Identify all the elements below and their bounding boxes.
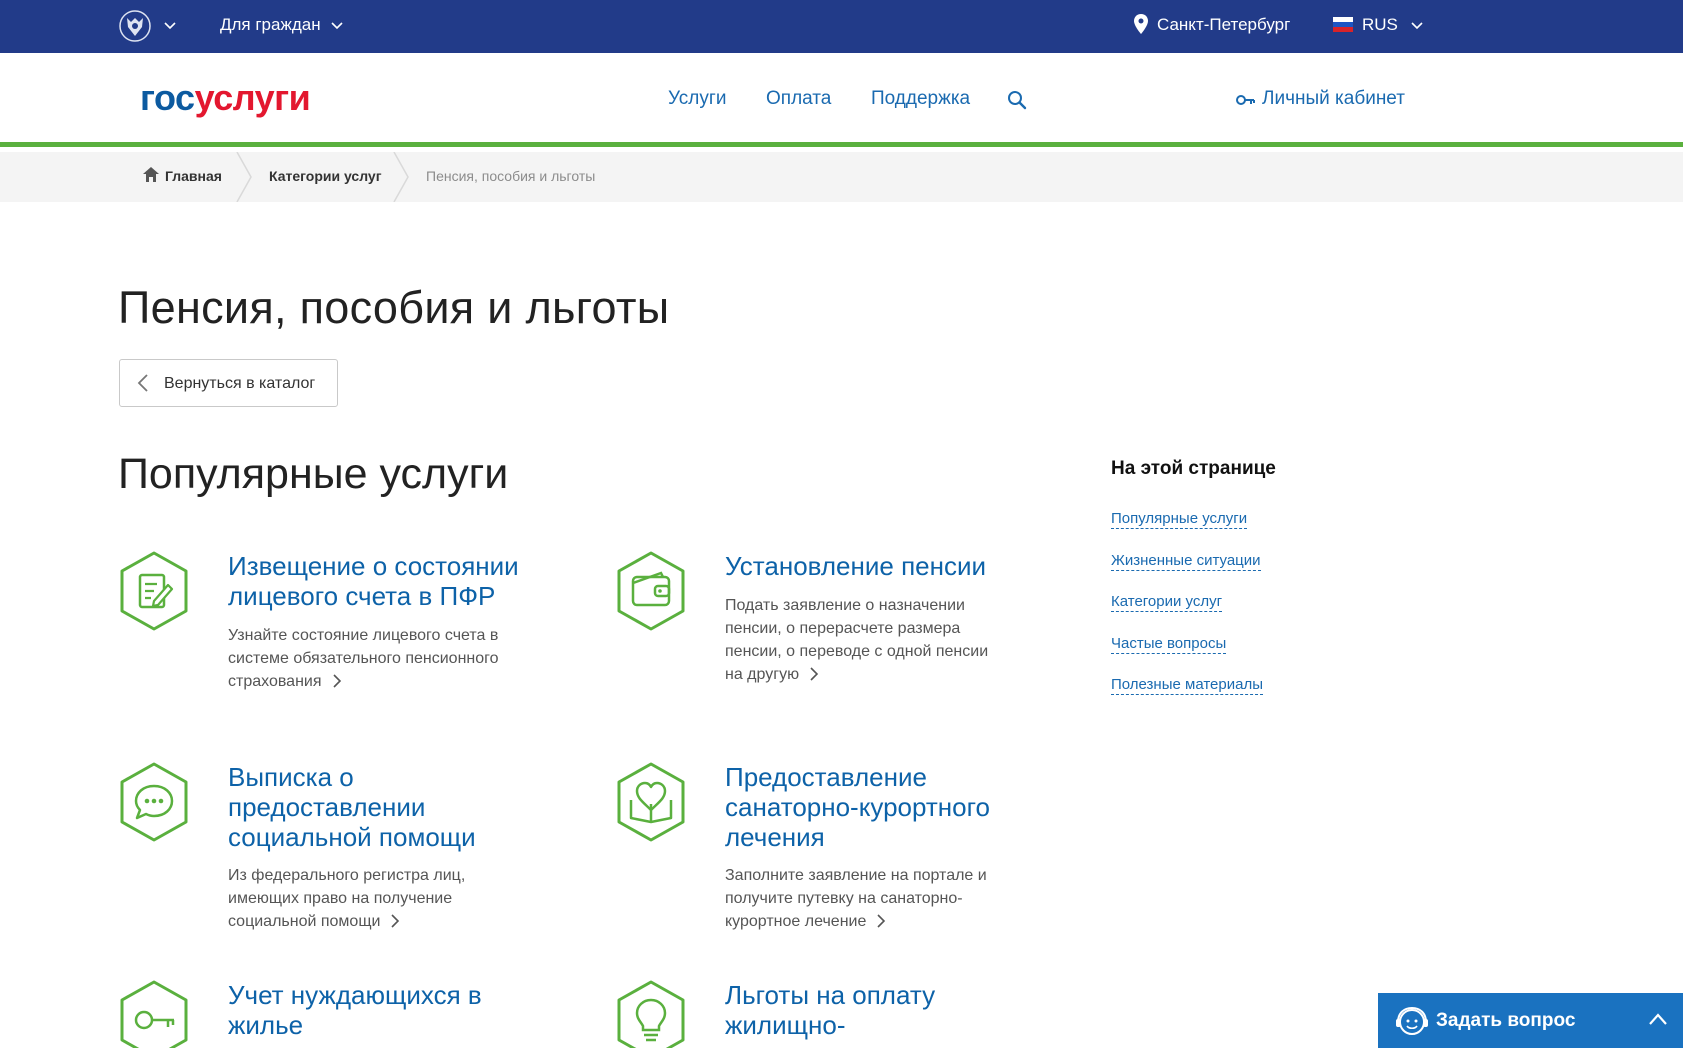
chevron-down-icon[interactable] (164, 22, 176, 30)
service-title[interactable]: Льготы на оплату жилищно- (725, 980, 985, 1040)
support-headset-icon (1396, 1006, 1428, 1035)
service-card: Предоставление санаторно-курортного лече… (615, 762, 1085, 942)
chevron-down-icon[interactable] (1411, 22, 1423, 30)
service-description[interactable]: Узнайте состояние лицевого счета в систе… (228, 624, 528, 693)
audience-selector[interactable]: Для граждан (220, 15, 321, 35)
breadcrumb-separator (236, 152, 252, 202)
chevron-right-icon (391, 914, 400, 928)
on-page-link-materials[interactable]: Полезные материалы (1111, 676, 1263, 695)
nav-support[interactable]: Поддержка (871, 88, 970, 110)
home-icon[interactable] (143, 167, 159, 182)
service-description-text: Узнайте состояние лицевого счета в систе… (228, 627, 499, 690)
breadcrumb: Главная Категории услуг Пенсия, пособия … (0, 152, 1683, 202)
city-selector[interactable]: Санкт-Петербург (1157, 15, 1290, 35)
location-pin-icon (1134, 14, 1148, 34)
on-page-link-faq[interactable]: Частые вопросы (1111, 635, 1227, 654)
service-title[interactable]: Предоставление санаторно-курортного лече… (725, 762, 995, 852)
service-card: Учет нуждающихся в жилье (118, 980, 588, 1048)
language-selector[interactable]: RUS (1362, 15, 1398, 35)
service-description[interactable]: Подать заявление о назначении пенсии, о … (725, 594, 1005, 686)
wallet-icon[interactable] (615, 551, 687, 631)
chevron-right-icon (810, 667, 819, 681)
document-edit-icon[interactable] (118, 551, 190, 631)
service-description[interactable]: Заполните заявление на портале и получит… (725, 864, 1015, 933)
ask-question-label: Задать вопрос (1436, 1010, 1576, 1031)
personal-account-link[interactable]: Личный кабинет (1262, 88, 1405, 110)
on-page-link-life-situations[interactable]: Жизненные ситуации (1111, 552, 1261, 571)
service-card: Извещение о состоянии лицевого счета в П… (118, 551, 588, 701)
service-card: Выписка о предоставлении социальной помо… (118, 762, 588, 942)
russian-flag-icon (1333, 17, 1353, 32)
service-title[interactable]: Учет нуждающихся в жилье (228, 980, 488, 1040)
on-this-page-heading: На этой странице (1111, 458, 1276, 479)
page-title: Пенсия, пособия и льготы (118, 282, 670, 333)
gosuslugi-logo[interactable]: госуслуги (140, 77, 311, 119)
service-card: Установление пенсии Подать заявление о н… (615, 551, 1085, 701)
coat-of-arms-icon[interactable] (118, 9, 152, 43)
breadcrumb-current: Пенсия, пособия и льготы (426, 168, 596, 184)
nav-services[interactable]: Услуги (668, 88, 726, 110)
nav-payment[interactable]: Оплата (766, 88, 831, 110)
heart-book-icon[interactable] (615, 762, 687, 842)
top-bar: Для граждан Санкт-Петербург RUS (0, 0, 1683, 53)
key-icon (1236, 95, 1255, 105)
lightbulb-icon[interactable] (615, 980, 687, 1048)
search-icon[interactable] (1006, 89, 1028, 111)
service-description[interactable]: Из федерального регистра лиц, имеющих пр… (228, 864, 488, 933)
service-description-text: Подать заявление о назначении пенсии, о … (725, 597, 989, 683)
service-description-text: Заполните заявление на портале и получит… (725, 867, 987, 930)
chat-bubble-icon[interactable] (118, 762, 190, 842)
service-card: Льготы на оплату жилищно- (615, 980, 1085, 1048)
on-page-link-categories[interactable]: Категории услуг (1111, 593, 1223, 612)
site-header: госуслуги Услуги Оплата Поддержка Личный… (0, 53, 1683, 147)
service-title[interactable]: Извещение о состоянии лицевого счета в П… (228, 551, 558, 611)
service-title[interactable]: Выписка о предоставлении социальной помо… (228, 762, 488, 852)
key-icon[interactable] (118, 980, 190, 1048)
logo-part-uslugi: услуги (194, 77, 311, 118)
breadcrumb-separator (393, 152, 409, 202)
back-to-catalog-button[interactable]: Вернуться в каталог (119, 359, 338, 407)
service-description-text: Из федерального регистра лиц, имеющих пр… (228, 867, 466, 930)
breadcrumb-categories[interactable]: Категории услуг (269, 168, 382, 184)
chevron-right-icon (877, 914, 886, 928)
service-title[interactable]: Установление пенсии (725, 551, 1055, 581)
ask-question-widget[interactable]: Задать вопрос (1378, 993, 1683, 1048)
logo-part-gos: гос (140, 77, 195, 118)
chevron-down-icon[interactable] (331, 22, 343, 30)
on-page-link-popular[interactable]: Популярные услуги (1111, 510, 1248, 529)
chevron-right-icon (332, 674, 341, 688)
popular-services-heading: Популярные услуги (118, 450, 509, 498)
chevron-up-icon[interactable] (1648, 1012, 1668, 1026)
breadcrumb-home[interactable]: Главная (165, 168, 222, 184)
back-to-catalog-label: Вернуться в каталог (164, 375, 316, 392)
chevron-left-icon (137, 374, 148, 392)
